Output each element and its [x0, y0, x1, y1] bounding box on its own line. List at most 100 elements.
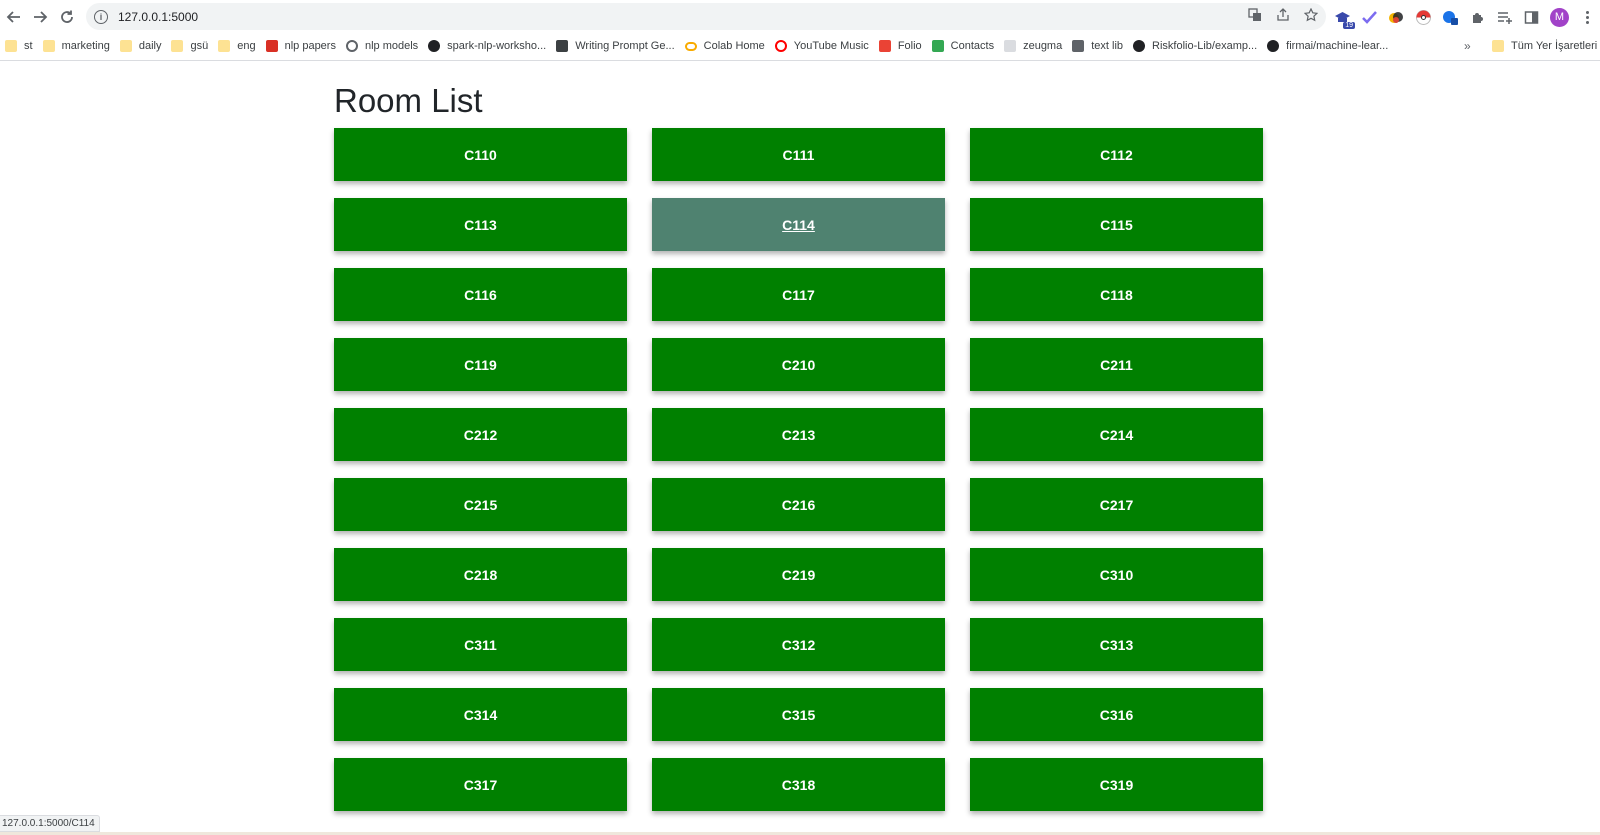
room-button-c315[interactable]: C315 [652, 688, 945, 741]
room-button-c115[interactable]: C115 [970, 198, 1263, 251]
school-extension-icon[interactable]: 19 [1334, 9, 1355, 29]
bookmark-label: zeugma [1023, 40, 1063, 52]
translate-icon[interactable] [1248, 8, 1262, 25]
address-bar-url[interactable]: 127.0.0.1:5000 [118, 10, 198, 24]
room-button-c312[interactable]: C312 [652, 618, 945, 671]
reload-icon[interactable] [54, 4, 80, 30]
page-content: Room List C110 C111 C112 C113 C114 C115 C116 C1… [0, 61, 1600, 833]
room-button-c113[interactable]: C113 [334, 198, 627, 251]
colorful-extension-icon[interactable] [1388, 9, 1405, 26]
room-button-c118[interactable]: C118 [970, 268, 1263, 321]
bookmark-label: firmai/machine-lear... [1286, 40, 1389, 52]
forward-arrow-icon[interactable] [27, 4, 53, 30]
room-button-c310[interactable]: C310 [970, 548, 1263, 601]
s-icon [556, 40, 569, 52]
bookmark-item[interactable]: marketing [38, 36, 115, 56]
room-button-c216[interactable]: C216 [652, 478, 945, 531]
bookmark-item[interactable]: firmai/machine-lear... [1262, 36, 1393, 56]
github-icon [1267, 40, 1280, 52]
room-button-c211[interactable]: C211 [970, 338, 1263, 391]
room-button-c319[interactable]: C319 [970, 758, 1263, 811]
side-panel-icon[interactable] [1523, 9, 1540, 26]
site-info-icon[interactable]: i [94, 9, 108, 24]
status-bar-link-preview: 127.0.0.1:5000/C114 [0, 815, 100, 832]
address-bar[interactable]: i 127.0.0.1:5000 [86, 3, 1326, 30]
menu-kebab-icon[interactable] [1579, 9, 1596, 26]
translate-extension-icon[interactable] [1442, 9, 1459, 26]
check-extension-icon[interactable] [1361, 9, 1378, 26]
bookmark-item[interactable]: nlp models [341, 36, 423, 56]
room-button-c219[interactable]: C219 [652, 548, 945, 601]
room-grid: C110 C111 C112 C113 C114 C115 C116 C117 C118 C119… [334, 128, 1263, 811]
bookmark-item[interactable]: zeugma [999, 36, 1067, 56]
bookmark-item[interactable]: st [0, 36, 38, 56]
bookmarks-overflow-button[interactable]: » [1464, 35, 1471, 57]
bookmarks-bar: st marketing daily gsü eng nlp papers nlp mode… [0, 35, 1600, 57]
bookmark-item[interactable]: Contacts [927, 36, 999, 56]
room-button-c215[interactable]: C215 [334, 478, 627, 531]
bookmark-item[interactable]: Colab Home [680, 36, 770, 56]
bookmark-item[interactable]: text lib [1067, 36, 1128, 56]
room-button-c212[interactable]: C212 [334, 408, 627, 461]
room-button-c311[interactable]: C311 [334, 618, 627, 671]
folder-icon [5, 40, 17, 52]
folder-icon [218, 40, 231, 52]
bookmark-item[interactable]: Writing Prompt Ge... [551, 36, 679, 56]
folio-icon [878, 40, 891, 52]
extension-badge: 19 [1343, 21, 1355, 29]
room-button-c210[interactable]: C210 [652, 338, 945, 391]
folder-icon [171, 40, 184, 52]
profile-avatar[interactable]: M [1550, 7, 1569, 27]
bookmark-star-icon[interactable] [1303, 7, 1319, 25]
bookmark-label: YouTube Music [793, 40, 869, 52]
room-button-c213[interactable]: C213 [652, 408, 945, 461]
room-button-c218[interactable]: C218 [334, 548, 627, 601]
bookmark-label: daily [138, 40, 162, 52]
bookmark-item[interactable]: spark-nlp-worksho... [423, 36, 551, 56]
all-bookmarks-label: Tüm Yer İşaretleri [1511, 40, 1598, 52]
room-button-c313[interactable]: C313 [970, 618, 1263, 671]
folder-icon [119, 40, 132, 52]
back-arrow-icon[interactable] [1, 4, 27, 30]
bookmark-label: st [24, 40, 33, 52]
contacts-icon [931, 40, 944, 52]
room-button-c112[interactable]: C112 [970, 128, 1263, 181]
room-button-c119[interactable]: C119 [334, 338, 627, 391]
share-icon[interactable] [1276, 8, 1290, 25]
room-button-c316[interactable]: C316 [970, 688, 1263, 741]
pokeball-extension-icon[interactable] [1415, 9, 1432, 26]
bookmark-label: text lib [1091, 40, 1124, 52]
room-button-c114[interactable]: C114 [652, 198, 945, 251]
extensions-area: 19 M [1334, 5, 1596, 29]
room-button-c111[interactable]: C111 [652, 128, 945, 181]
bookmark-item[interactable]: YouTube Music [770, 36, 874, 56]
room-button-c217[interactable]: C217 [970, 478, 1263, 531]
bookmark-label: Folio [897, 40, 922, 52]
bookmark-label: Riskfolio-Lib/examp... [1152, 40, 1258, 52]
room-button-c318[interactable]: C318 [652, 758, 945, 811]
paper-icon [265, 40, 278, 52]
bookmark-item[interactable]: eng [213, 36, 260, 56]
bookmark-item[interactable]: Riskfolio-Lib/examp... [1128, 36, 1262, 56]
bookmark-item[interactable]: Folio [874, 36, 927, 56]
bookmark-label: spark-nlp-worksho... [447, 40, 547, 52]
bookmark-item[interactable]: daily [115, 36, 167, 56]
reading-list-icon[interactable] [1496, 9, 1513, 26]
all-bookmarks-folder[interactable]: Tüm Yer İşaretleri [1492, 35, 1597, 57]
room-button-c116[interactable]: C116 [334, 268, 627, 321]
browser-toolbar: i 127.0.0.1:5000 19 M [0, 0, 1600, 33]
bookmark-item[interactable]: nlp papers [261, 36, 341, 56]
room-button-c117[interactable]: C117 [652, 268, 945, 321]
bookmarks-list: st marketing daily gsü eng nlp papers nlp mode… [0, 36, 1393, 56]
book-icon [1072, 40, 1085, 52]
room-button-c317[interactable]: C317 [334, 758, 627, 811]
colab-icon [684, 41, 697, 51]
page-title: Room List [334, 82, 483, 119]
room-button-c214[interactable]: C214 [970, 408, 1263, 461]
puzzle-extensions-icon[interactable] [1469, 9, 1486, 26]
github-icon [428, 40, 441, 52]
globe-icon [345, 40, 358, 52]
room-button-c110[interactable]: C110 [334, 128, 627, 181]
room-button-c314[interactable]: C314 [334, 688, 627, 741]
bookmark-item[interactable]: gsü [166, 36, 213, 56]
